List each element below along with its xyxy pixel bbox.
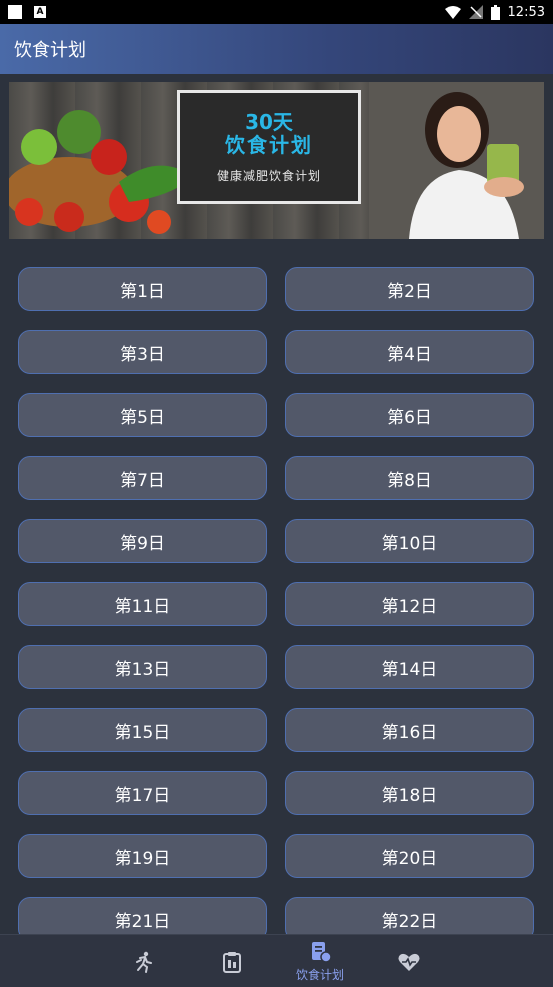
banner-title-text: 饮食计划 bbox=[225, 132, 313, 157]
day-button-8[interactable]: 第8日 bbox=[285, 456, 534, 500]
heart-icon bbox=[398, 953, 420, 971]
battery-icon bbox=[490, 4, 500, 20]
banner-subtitle-text: 健康减肥饮食计划 bbox=[216, 168, 321, 183]
a-notification-icon: A bbox=[34, 6, 46, 18]
clipboard-icon bbox=[223, 951, 241, 973]
banner-text-frame: 30天 饮食计划 健康减肥饮食计划 bbox=[177, 90, 361, 204]
day-button-10[interactable]: 第10日 bbox=[285, 519, 534, 563]
day-button-6[interactable]: 第6日 bbox=[285, 393, 534, 437]
nav-diet-plan[interactable]: 饮食计划 bbox=[290, 935, 350, 987]
notification-icon bbox=[8, 5, 22, 19]
day-button-18[interactable]: 第18日 bbox=[285, 771, 534, 815]
day-button-5[interactable]: 第5日 bbox=[18, 393, 267, 437]
status-bar: A 12:53 bbox=[0, 0, 553, 24]
day-grid: 第1日 第2日 第3日 第4日 第5日 第6日 第7日 第8日 第9日 第10日… bbox=[0, 256, 553, 934]
bottom-nav: 饮食计划 bbox=[0, 934, 553, 987]
day-button-15[interactable]: 第15日 bbox=[18, 708, 267, 752]
nav-exercise[interactable] bbox=[113, 935, 173, 987]
day-button-2[interactable]: 第2日 bbox=[285, 267, 534, 311]
banner-days-text: 30天 bbox=[245, 109, 293, 134]
day-button-13[interactable]: 第13日 bbox=[18, 645, 267, 689]
wifi-icon bbox=[444, 5, 461, 19]
running-icon bbox=[136, 951, 152, 973]
day-button-16[interactable]: 第16日 bbox=[285, 708, 534, 752]
woman-photo bbox=[369, 82, 544, 239]
nav-diet-plan-label: 饮食计划 bbox=[295, 968, 344, 982]
day-grid-container[interactable]: 第1日 第2日 第3日 第4日 第5日 第6日 第7日 第8日 第9日 第10日… bbox=[0, 256, 553, 934]
day-button-9[interactable]: 第9日 bbox=[18, 519, 267, 563]
app-bar: 饮食计划 bbox=[0, 24, 553, 74]
day-button-22[interactable]: 第22日 bbox=[285, 897, 534, 934]
page-title: 饮食计划 bbox=[14, 40, 86, 61]
day-button-17[interactable]: 第17日 bbox=[18, 771, 267, 815]
nav-records[interactable] bbox=[202, 935, 262, 987]
day-button-7[interactable]: 第7日 bbox=[18, 456, 267, 500]
nav-health[interactable] bbox=[379, 935, 439, 987]
day-button-19[interactable]: 第19日 bbox=[18, 834, 267, 878]
day-button-3[interactable]: 第3日 bbox=[18, 330, 267, 374]
status-time: 12:53 bbox=[507, 4, 545, 20]
diet-plan-banner[interactable]: 30天 饮食计划 健康减肥饮食计划 bbox=[9, 82, 544, 239]
day-button-12[interactable]: 第12日 bbox=[285, 582, 534, 626]
diet-plan-icon bbox=[312, 942, 332, 963]
day-button-1[interactable]: 第1日 bbox=[18, 267, 267, 311]
day-button-11[interactable]: 第11日 bbox=[18, 582, 267, 626]
day-button-21[interactable]: 第21日 bbox=[18, 897, 267, 934]
day-button-4[interactable]: 第4日 bbox=[285, 330, 534, 374]
day-button-20[interactable]: 第20日 bbox=[285, 834, 534, 878]
vegetables-image bbox=[9, 110, 194, 234]
day-button-14[interactable]: 第14日 bbox=[285, 645, 534, 689]
signal-icon bbox=[468, 5, 483, 19]
